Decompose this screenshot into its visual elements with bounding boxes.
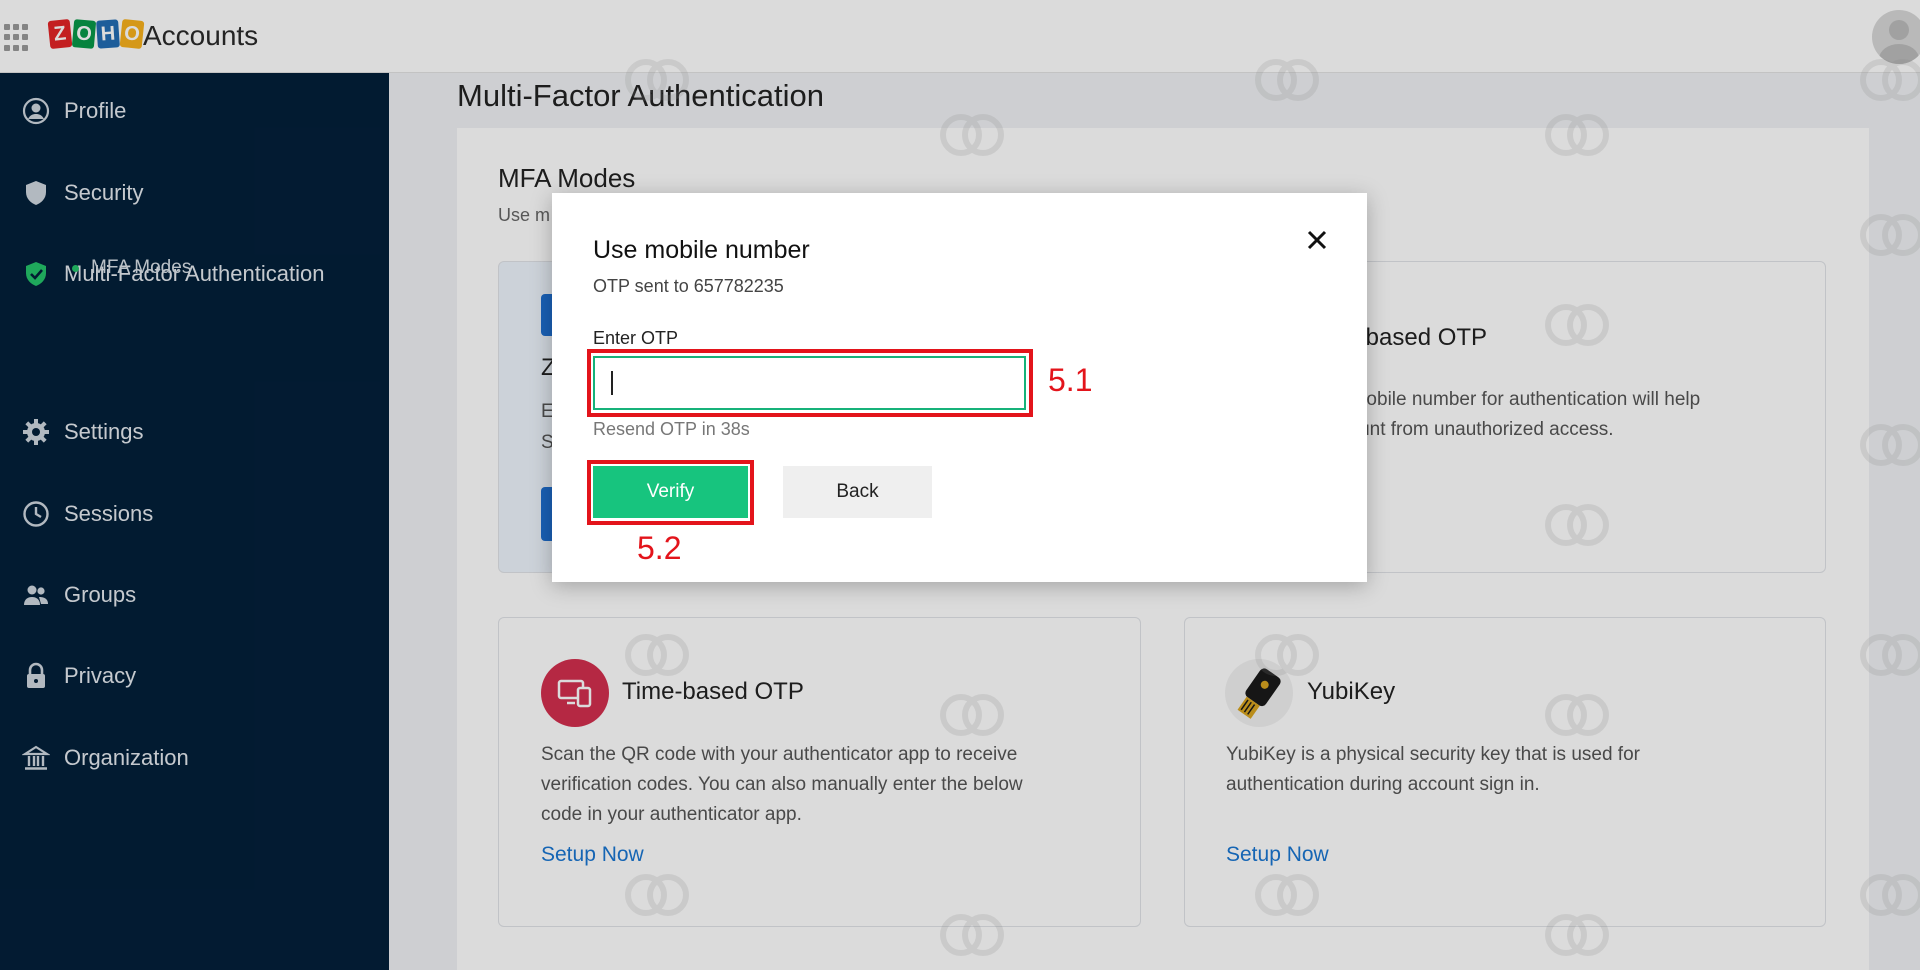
dialog-title: Use mobile number xyxy=(593,236,810,264)
annotation-label-5-1: 5.1 xyxy=(1048,362,1093,398)
annotation-label-5-2: 5.2 xyxy=(637,530,682,566)
otp-field-label: Enter OTP xyxy=(593,328,679,348)
otp-sent-text: OTP sent to 657782235 xyxy=(593,276,784,296)
resend-otp-countdown: Resend OTP in 38s xyxy=(593,419,750,439)
annotation-box-verify-button xyxy=(587,460,754,525)
close-icon[interactable] xyxy=(1303,226,1331,254)
back-button[interactable]: Back xyxy=(783,466,932,518)
annotation-box-otp-input xyxy=(587,349,1033,417)
